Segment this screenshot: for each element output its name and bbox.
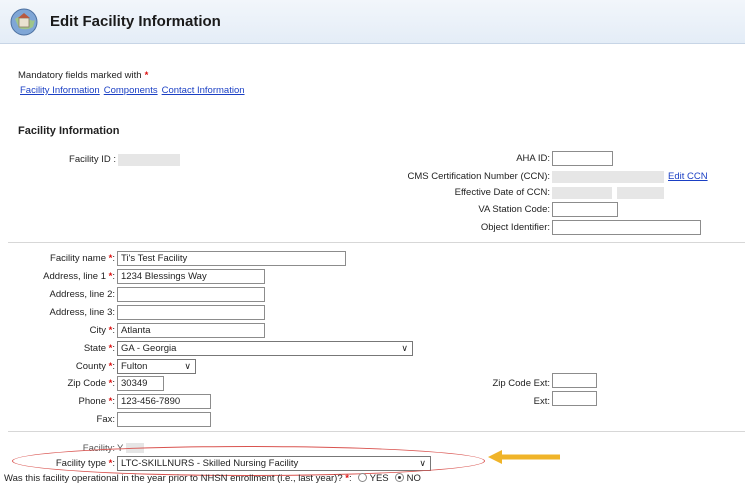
ccn-date-label: Effective Date of CCN:	[454, 187, 550, 198]
ccn-date-value-2	[617, 187, 664, 199]
county-select[interactable]: Fulton ∨	[117, 359, 196, 374]
address-line2-input[interactable]	[117, 287, 265, 302]
zip-ext-input[interactable]	[552, 373, 597, 388]
zip-code-input[interactable]: 30349	[117, 376, 164, 391]
aha-id-label: AHA ID:	[516, 153, 550, 164]
link-contact-information[interactable]: Contact Information	[162, 85, 245, 96]
facility-id-value	[118, 154, 180, 166]
va-station-input[interactable]	[552, 202, 618, 217]
ccn-value	[552, 171, 664, 183]
facility-name-label: Facility name *:	[50, 253, 115, 264]
no-radio[interactable]	[394, 473, 404, 482]
state-select[interactable]: GA - Georgia ∨	[117, 341, 413, 356]
va-station-label: VA Station Code:	[478, 204, 550, 215]
address-line3-input[interactable]	[117, 305, 265, 320]
county-label: County *:	[75, 361, 115, 372]
ccn-label: CMS Certification Number (CCN):	[407, 171, 550, 182]
city-input[interactable]: Atlanta	[117, 323, 265, 338]
page-header: Edit Facility Information	[0, 0, 745, 44]
ext-input[interactable]	[552, 391, 597, 406]
ccn-date-value	[552, 187, 612, 199]
operational-question: Was this facility operational in the yea…	[4, 473, 421, 484]
link-components[interactable]: Components	[104, 85, 158, 96]
object-identifier-label: Object Identifier:	[480, 222, 550, 233]
mandatory-note: Mandatory fields marked with *	[18, 70, 148, 81]
ext-label: Ext:	[533, 396, 550, 407]
address-line1-input[interactable]: 1234 Blessings Way	[117, 269, 265, 284]
yes-label: YES	[369, 473, 389, 484]
state-label: State *:	[83, 343, 115, 354]
divider	[8, 431, 745, 432]
phone-input[interactable]: 123-456-7890	[117, 394, 211, 409]
highlight-oval	[12, 446, 485, 476]
object-identifier-input[interactable]	[552, 220, 701, 235]
yes-radio[interactable]	[357, 473, 367, 482]
section-links: Facility Information Components Contact In…	[20, 85, 249, 96]
required-star: *	[144, 70, 149, 81]
address-line2-label: Address, line 2:	[49, 289, 115, 300]
chevron-down-icon: ∨	[184, 361, 191, 371]
zip-code-label: Zip Code *:	[67, 378, 115, 389]
page-title: Edit Facility Information	[50, 13, 221, 30]
facility-name-input[interactable]: Ti's Test Facility	[117, 251, 346, 266]
mandatory-text: Mandatory fields marked with	[18, 70, 142, 81]
aha-id-input[interactable]	[552, 151, 613, 166]
city-label: City *:	[89, 325, 115, 336]
arrow-left-icon	[488, 450, 560, 464]
address-line3-label: Address, line 3:	[49, 307, 115, 318]
divider	[8, 242, 745, 243]
section-title: Facility Information	[18, 125, 120, 137]
link-facility-information[interactable]: Facility Information	[20, 85, 100, 96]
no-label: NO	[406, 473, 421, 484]
facility-globe-icon	[10, 8, 38, 36]
fax-label: Fax:	[96, 414, 115, 425]
fax-input[interactable]	[117, 412, 211, 427]
phone-label: Phone *:	[78, 396, 115, 407]
facility-id-label: Facility ID :	[69, 154, 116, 165]
address-line1-label: Address, line 1 *:	[43, 271, 115, 282]
zip-ext-label: Zip Code Ext:	[492, 378, 550, 389]
chevron-down-icon: ∨	[401, 343, 408, 353]
edit-ccn-link[interactable]: Edit CCN	[668, 171, 708, 182]
